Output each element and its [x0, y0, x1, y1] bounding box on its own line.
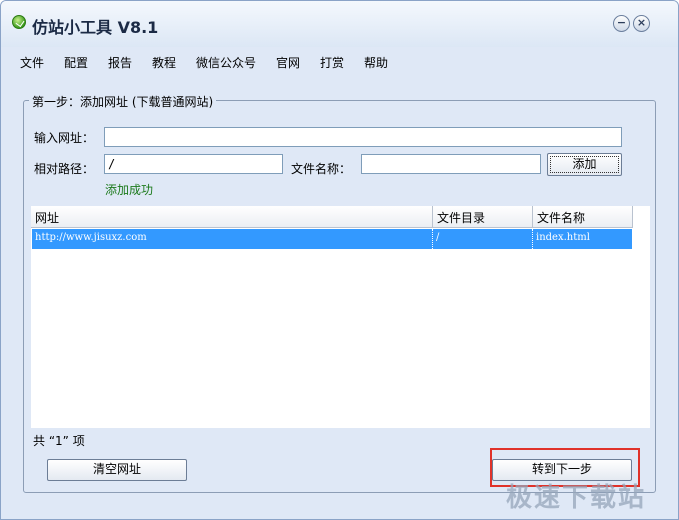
menu-donate[interactable]: 打赏 [320, 54, 344, 71]
menu-config[interactable]: 配置 [64, 54, 88, 71]
column-header-file[interactable]: 文件名称 [533, 206, 633, 228]
url-input[interactable] [104, 127, 622, 147]
column-header-url[interactable]: 网址 [31, 206, 433, 228]
url-list[interactable]: 网址 文件目录 文件名称 http://www.jisuxz.com / ind… [31, 206, 650, 428]
status-message: 添加成功 [105, 183, 154, 197]
step-one-legend: 第一步：添加网址 (下载普通网站) [29, 93, 217, 110]
table-row[interactable]: http://www.jisuxz.com / index.html [32, 229, 632, 249]
path-label: 相对路径： [34, 162, 95, 176]
menu-file[interactable]: 文件 [20, 54, 44, 71]
url-label: 输入网址： [34, 131, 95, 145]
watermark: 极速下载站 [506, 483, 647, 513]
menu-bar: 文件 配置 报告 教程 微信公众号 官网 打赏 帮助 [1, 47, 678, 75]
row-file-cell: index.html [536, 232, 590, 243]
app-logo-icon [12, 15, 26, 29]
close-button[interactable]: × [633, 15, 650, 32]
menu-wechat[interactable]: 微信公众号 [196, 54, 256, 71]
minimize-button[interactable]: − [613, 15, 630, 32]
menu-report[interactable]: 报告 [108, 54, 132, 71]
path-input[interactable]: / [104, 154, 283, 174]
main-window: 仿站小工具 V8.1 − × 文件 配置 报告 教程 微信公众号 官网 打赏 帮… [0, 0, 679, 520]
title-bar[interactable]: 仿站小工具 V8.1 − × [1, 1, 678, 47]
menu-website[interactable]: 官网 [276, 54, 300, 71]
window-title: 仿站小工具 V8.1 [32, 18, 159, 37]
column-header-dir[interactable]: 文件目录 [433, 206, 533, 228]
filename-input[interactable] [361, 154, 541, 174]
item-count: 共 “1” 项 [33, 434, 85, 448]
menu-help[interactable]: 帮助 [364, 54, 388, 71]
clear-urls-button[interactable]: 清空网址 [47, 459, 187, 481]
add-button[interactable]: 添加 [547, 153, 622, 176]
list-header: 网址 文件目录 文件名称 [31, 206, 633, 228]
filename-label: 文件名称： [291, 162, 352, 176]
row-url-cell: http://www.jisuxz.com [32, 229, 433, 249]
menu-tutorial[interactable]: 教程 [152, 54, 176, 71]
row-dir-cell: / [433, 229, 533, 249]
